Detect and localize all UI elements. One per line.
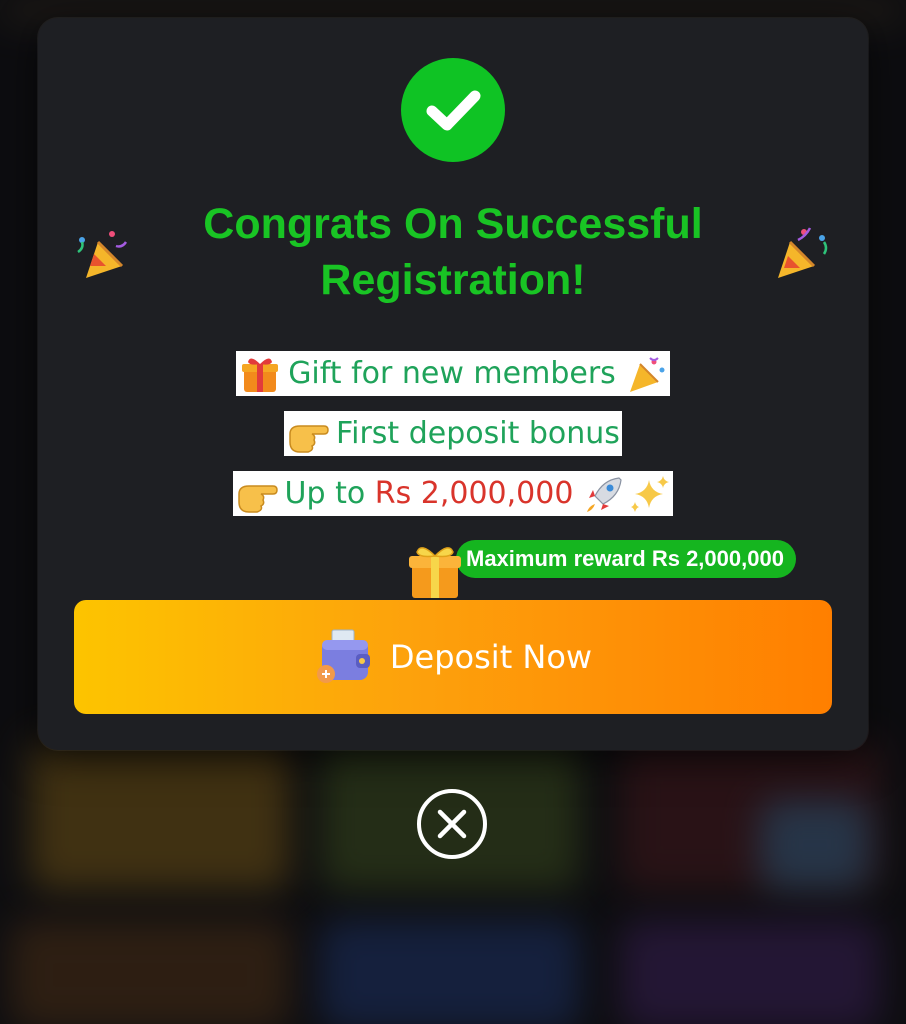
pointing-hand-icon bbox=[289, 424, 329, 453]
promo-line-max-amount: Up to Rs 2,000,000 bbox=[232, 471, 674, 516]
checkmark-icon bbox=[426, 90, 481, 131]
gift-icon bbox=[242, 357, 279, 392]
deposit-now-button[interactable]: Deposit Now bbox=[74, 600, 832, 714]
party-popper-icon bbox=[629, 356, 665, 392]
pointing-hand-icon bbox=[237, 484, 278, 513]
promo-list: Gift for new members First deposit bonus… bbox=[38, 351, 868, 516]
reward-callout: Maximum reward Rs 2,000,000 bbox=[404, 540, 844, 602]
party-popper-icon bbox=[778, 227, 828, 278]
gift-icon bbox=[409, 547, 461, 598]
modal-title: Congrats On Successful Registration! bbox=[203, 200, 703, 304]
promo-prefix: Up to bbox=[284, 476, 375, 511]
rocket-icon bbox=[587, 476, 623, 512]
promo-text: Gift for new members bbox=[288, 356, 616, 391]
deposit-now-label: Deposit Now bbox=[389, 638, 593, 676]
registration-success-modal: Congrats On Successful Registration! Gif… bbox=[38, 18, 868, 750]
promo-line-gift: Gift for new members bbox=[236, 351, 670, 396]
promo-text: First deposit bonus bbox=[336, 416, 620, 451]
max-reward-badge: Maximum reward Rs 2,000,000 bbox=[456, 540, 796, 578]
promo-amount: Rs 2,000,000 bbox=[374, 476, 574, 511]
wallet-icon bbox=[316, 629, 370, 683]
close-modal-button[interactable] bbox=[416, 788, 488, 860]
party-popper-icon bbox=[77, 231, 128, 278]
promo-line-first-deposit: First deposit bonus bbox=[284, 411, 622, 456]
sparkles-icon bbox=[631, 475, 670, 512]
success-badge bbox=[401, 58, 505, 162]
close-icon bbox=[417, 789, 487, 859]
